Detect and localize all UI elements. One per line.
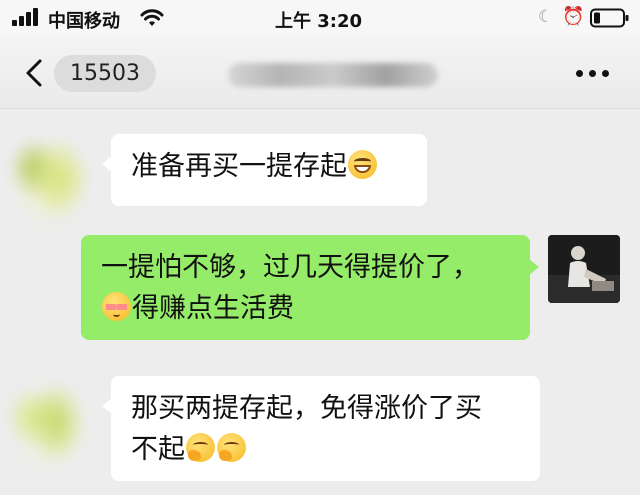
shy-face-icon bbox=[102, 292, 131, 321]
more-dots-icon[interactable] bbox=[576, 70, 610, 78]
message-bubble-incoming[interactable]: 准备再买一提存起 bbox=[102, 134, 427, 206]
status-time: 上午 3:20 bbox=[275, 11, 363, 32]
message-text-line1: 那买两提存起，免得涨价了买 bbox=[131, 393, 482, 424]
grinning-face-icon bbox=[348, 150, 377, 179]
message-text: 准备再买一提存起 bbox=[131, 151, 347, 182]
my-avatar[interactable] bbox=[548, 235, 620, 303]
carrier-name: 中国移动 bbox=[48, 11, 120, 32]
battery-icon bbox=[590, 8, 629, 28]
status-bar: 中国移动 上午 3:20 ☾ ⏰ bbox=[0, 0, 640, 36]
message-text-line2: 不起 bbox=[131, 434, 185, 465]
thinking-face-icon bbox=[217, 433, 246, 462]
chat-title-redacted bbox=[228, 63, 438, 87]
chat-header: 15503 bbox=[0, 36, 640, 109]
alarm-icon: ⏰ bbox=[562, 6, 585, 27]
wifi-icon bbox=[140, 9, 164, 26]
message-bubble-outgoing[interactable]: 一提怕不够，过几天得提价了， 得赚点生活费 bbox=[81, 235, 539, 340]
unread-count-badge[interactable]: 15503 bbox=[54, 55, 156, 92]
message-text-line1: 一提怕不够，过几天得提价了， bbox=[101, 252, 479, 283]
signal-icon bbox=[12, 8, 42, 26]
contact-avatar[interactable] bbox=[4, 372, 96, 470]
message-bubble-incoming[interactable]: 那买两提存起，免得涨价了买 不起 bbox=[102, 376, 540, 481]
thinking-face-icon bbox=[186, 433, 215, 462]
message-text-line2: 得赚点生活费 bbox=[132, 293, 294, 324]
contact-avatar[interactable] bbox=[4, 128, 96, 226]
moon-icon: ☾ bbox=[538, 7, 554, 27]
chevron-left-icon[interactable] bbox=[24, 58, 44, 88]
